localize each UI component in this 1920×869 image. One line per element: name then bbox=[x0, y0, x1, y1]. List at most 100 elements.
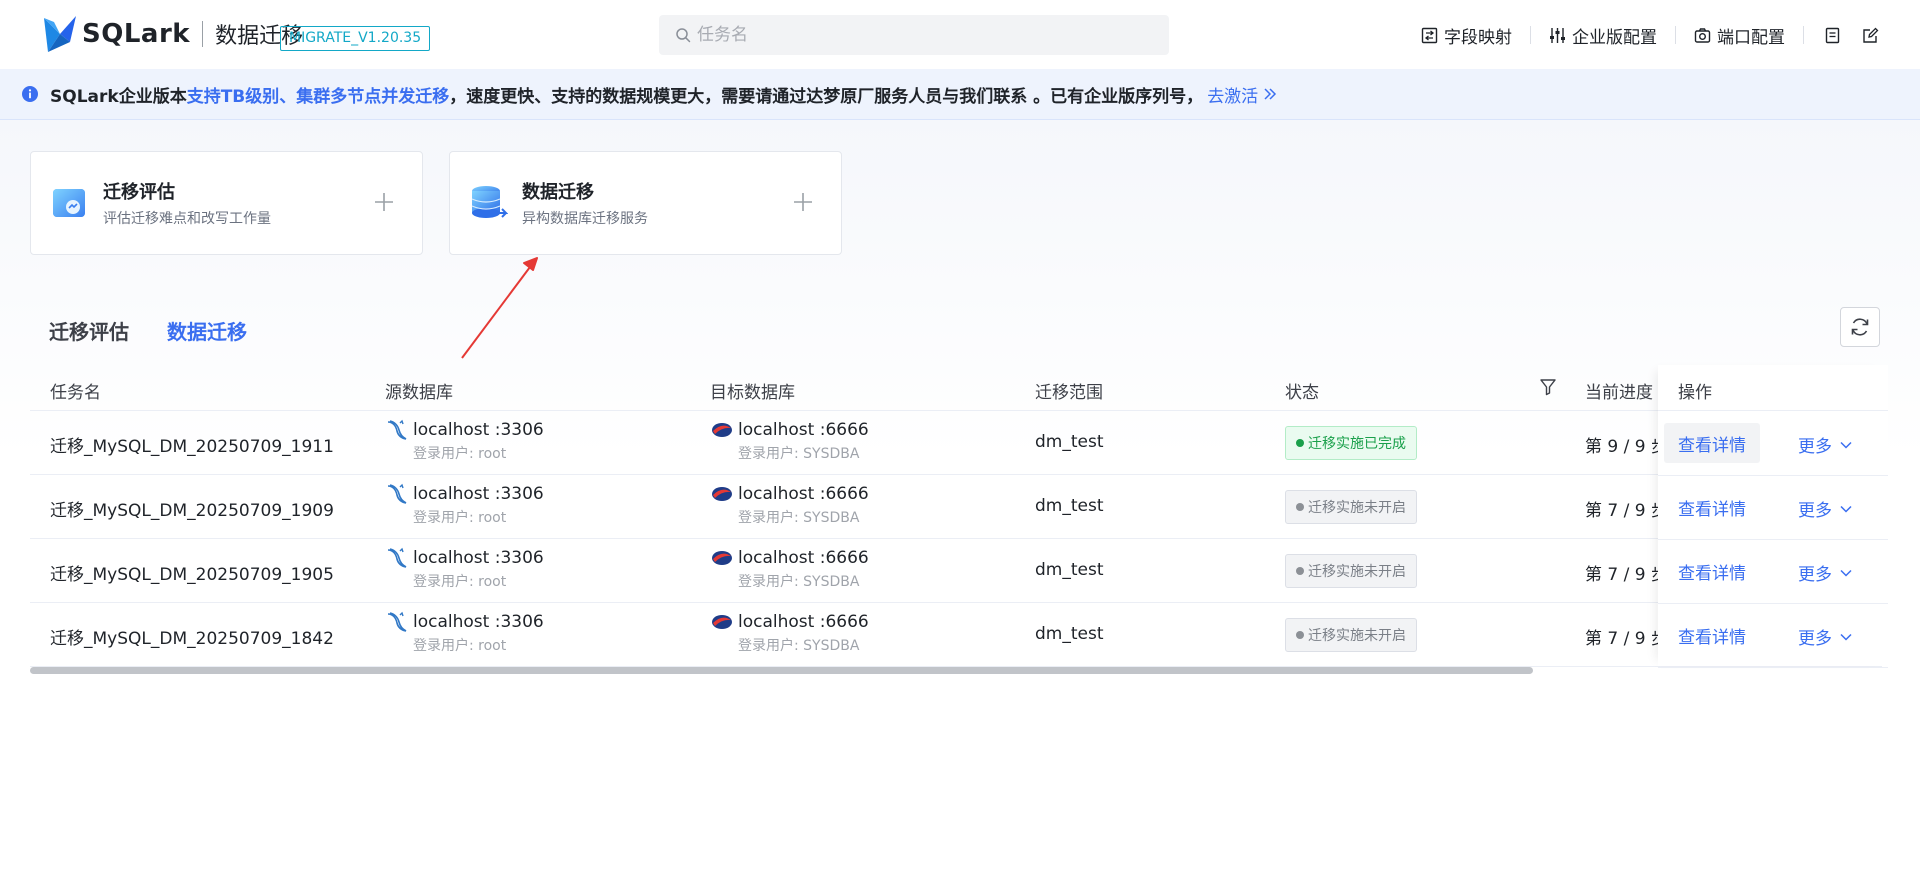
logo-text: SQLark bbox=[82, 19, 191, 49]
ops-row: 查看详情 更多 bbox=[1658, 412, 1888, 476]
status-text: 迁移实施未开启 bbox=[1308, 500, 1406, 516]
enterprise-banner: SQLark企业版本 支持TB级别、集群多节点并发迁移 ，速度更快、支持的数据规… bbox=[0, 69, 1920, 120]
more-dropdown[interactable]: 更多 bbox=[1798, 560, 1854, 585]
status-text: 迁移实施未开启 bbox=[1308, 564, 1406, 580]
ops-row: 查看详情 更多 bbox=[1658, 540, 1888, 604]
status-dot bbox=[1296, 567, 1304, 575]
target-user: 登录用户: SYSDBA bbox=[738, 574, 860, 590]
logo[interactable]: SQLark 数据迁移 bbox=[40, 12, 303, 56]
progress-text: 第 9 / 9 步 bbox=[1585, 437, 1668, 457]
target-db: localhost :6666 登录用户: SYSDBA bbox=[710, 484, 869, 527]
table-row[interactable]: 迁移_MySQL_DM_20250709_1842 localhost :330… bbox=[30, 603, 1882, 667]
banner-highlight: 支持TB级别、集群多节点并发迁移 bbox=[186, 86, 450, 107]
search-input[interactable] bbox=[697, 25, 1137, 45]
nav-port-config-label: 端口配置 bbox=[1717, 27, 1785, 48]
dameng-db-icon bbox=[712, 615, 732, 629]
source-host: localhost :3306 bbox=[413, 484, 544, 504]
plus-icon[interactable] bbox=[791, 190, 815, 214]
task-tabs: 迁移评估 数据迁移 bbox=[49, 316, 285, 345]
status-text: 迁移实施已完成 bbox=[1308, 436, 1406, 452]
column-header-source: 源数据库 bbox=[385, 383, 453, 403]
source-user: 登录用户: root bbox=[413, 446, 507, 462]
chevron-down-icon bbox=[1840, 505, 1852, 513]
source-host: localhost :3306 bbox=[413, 420, 544, 440]
target-db: localhost :6666 登录用户: SYSDBA bbox=[710, 420, 869, 463]
activate-link-label: 去激活 bbox=[1207, 86, 1259, 107]
card-title: 迁移评估 bbox=[103, 182, 175, 203]
migration-scope: dm_test bbox=[1035, 432, 1104, 452]
column-header-ops: 操作 bbox=[1658, 365, 1888, 411]
migration-scope: dm_test bbox=[1035, 560, 1104, 580]
status-dot bbox=[1296, 503, 1304, 511]
source-db: localhost :3306 登录用户: root bbox=[385, 483, 544, 527]
migration-scope: dm_test bbox=[1035, 624, 1104, 644]
more-dropdown[interactable]: 更多 bbox=[1798, 496, 1854, 521]
database-migration-icon bbox=[471, 186, 508, 218]
logo-divider bbox=[202, 21, 204, 47]
document-button[interactable] bbox=[1822, 25, 1842, 45]
plus-icon[interactable] bbox=[372, 190, 396, 214]
nav-field-mapping[interactable]: 字段映射 bbox=[1421, 23, 1512, 48]
operations-column: 操作 查看详情 更多 查看详情 更多 查看详情 更多 查看详情 更多 bbox=[1658, 365, 1888, 668]
task-name: 迁移_MySQL_DM_20250709_1842 bbox=[50, 629, 334, 649]
version-badge: MIGRATE_V1.20.35 bbox=[280, 26, 431, 51]
column-header-scope: 迁移范围 bbox=[1035, 383, 1103, 403]
column-header-target: 目标数据库 bbox=[710, 383, 795, 403]
nav-divider bbox=[1530, 26, 1531, 44]
search-icon bbox=[676, 28, 691, 43]
source-host: localhost :3306 bbox=[413, 548, 544, 568]
more-label: 更多 bbox=[1798, 437, 1832, 457]
target-user: 登录用户: SYSDBA bbox=[738, 510, 860, 526]
target-host: localhost :6666 bbox=[738, 612, 869, 632]
tab-data-migration[interactable]: 数据迁移 bbox=[167, 316, 247, 345]
search-box[interactable] bbox=[659, 15, 1169, 55]
table-row[interactable]: 迁移_MySQL_DM_20250709_1909 localhost :330… bbox=[30, 475, 1882, 539]
card-data-migration[interactable]: 数据迁移 异构数据库迁移服务 bbox=[449, 151, 842, 255]
camera-icon bbox=[1694, 27, 1711, 43]
mysql-icon bbox=[387, 547, 407, 568]
filter-icon[interactable] bbox=[1539, 378, 1557, 396]
header-nav: 字段映射 企业版配置 端口配置 bbox=[1421, 22, 1880, 48]
view-details-button[interactable]: 查看详情 bbox=[1664, 487, 1760, 527]
column-header-name: 任务名 bbox=[50, 383, 101, 403]
target-host: localhost :6666 bbox=[738, 420, 869, 440]
refresh-button[interactable] bbox=[1840, 307, 1880, 347]
target-host: localhost :6666 bbox=[738, 484, 869, 504]
column-header-status: 状态 bbox=[1285, 383, 1319, 403]
dameng-db-icon bbox=[712, 551, 732, 565]
view-details-button[interactable]: 查看详情 bbox=[1664, 423, 1760, 463]
status-badge: 迁移实施已完成 bbox=[1285, 426, 1417, 460]
more-dropdown[interactable]: 更多 bbox=[1798, 624, 1854, 649]
view-details-button[interactable]: 查看详情 bbox=[1664, 615, 1760, 655]
migration-scope: dm_test bbox=[1035, 496, 1104, 516]
source-db: localhost :3306 登录用户: root bbox=[385, 547, 544, 591]
more-dropdown[interactable]: 更多 bbox=[1798, 432, 1854, 457]
tab-migration-assessment[interactable]: 迁移评估 bbox=[49, 316, 129, 345]
dameng-db-icon bbox=[712, 423, 732, 437]
progress-text: 第 7 / 9 步 bbox=[1585, 565, 1668, 585]
status-badge: 迁移实施未开启 bbox=[1285, 554, 1417, 588]
task-name: 迁移_MySQL_DM_20250709_1905 bbox=[50, 565, 334, 585]
task-name: 迁移_MySQL_DM_20250709_1909 bbox=[50, 501, 334, 521]
nav-enterprise-config[interactable]: 企业版配置 bbox=[1549, 23, 1657, 48]
source-db: localhost :3306 登录用户: root bbox=[385, 419, 544, 463]
task-table: 任务名 源数据库 目标数据库 迁移范围 状态 当前进度 迁移_MySQL_DM_… bbox=[30, 365, 1888, 668]
edit-button[interactable] bbox=[1860, 25, 1880, 45]
view-details-button[interactable]: 查看详情 bbox=[1664, 551, 1760, 591]
nav-divider bbox=[1675, 26, 1676, 44]
card-title: 数据迁移 bbox=[522, 182, 594, 203]
table-header: 任务名 源数据库 目标数据库 迁移范围 状态 当前进度 bbox=[30, 365, 1882, 411]
card-migration-assessment[interactable]: 迁移评估 评估迁移难点和改写工作量 bbox=[30, 151, 423, 255]
task-name: 迁移_MySQL_DM_20250709_1911 bbox=[50, 437, 334, 457]
nav-port-config[interactable]: 端口配置 bbox=[1694, 23, 1785, 48]
status-dot bbox=[1296, 631, 1304, 639]
horizontal-scrollbar[interactable] bbox=[30, 667, 1533, 674]
column-header-progress: 当前进度 bbox=[1585, 383, 1653, 403]
target-user: 登录用户: SYSDBA bbox=[738, 638, 860, 654]
target-host: localhost :6666 bbox=[738, 548, 869, 568]
table-row[interactable]: 迁移_MySQL_DM_20250709_1905 localhost :330… bbox=[30, 539, 1882, 603]
ops-row: 查看详情 更多 bbox=[1658, 476, 1888, 540]
source-user: 登录用户: root bbox=[413, 574, 507, 590]
table-row[interactable]: 迁移_MySQL_DM_20250709_1911 localhost :330… bbox=[30, 411, 1882, 475]
activate-link[interactable]: 去激活 bbox=[1207, 82, 1278, 107]
